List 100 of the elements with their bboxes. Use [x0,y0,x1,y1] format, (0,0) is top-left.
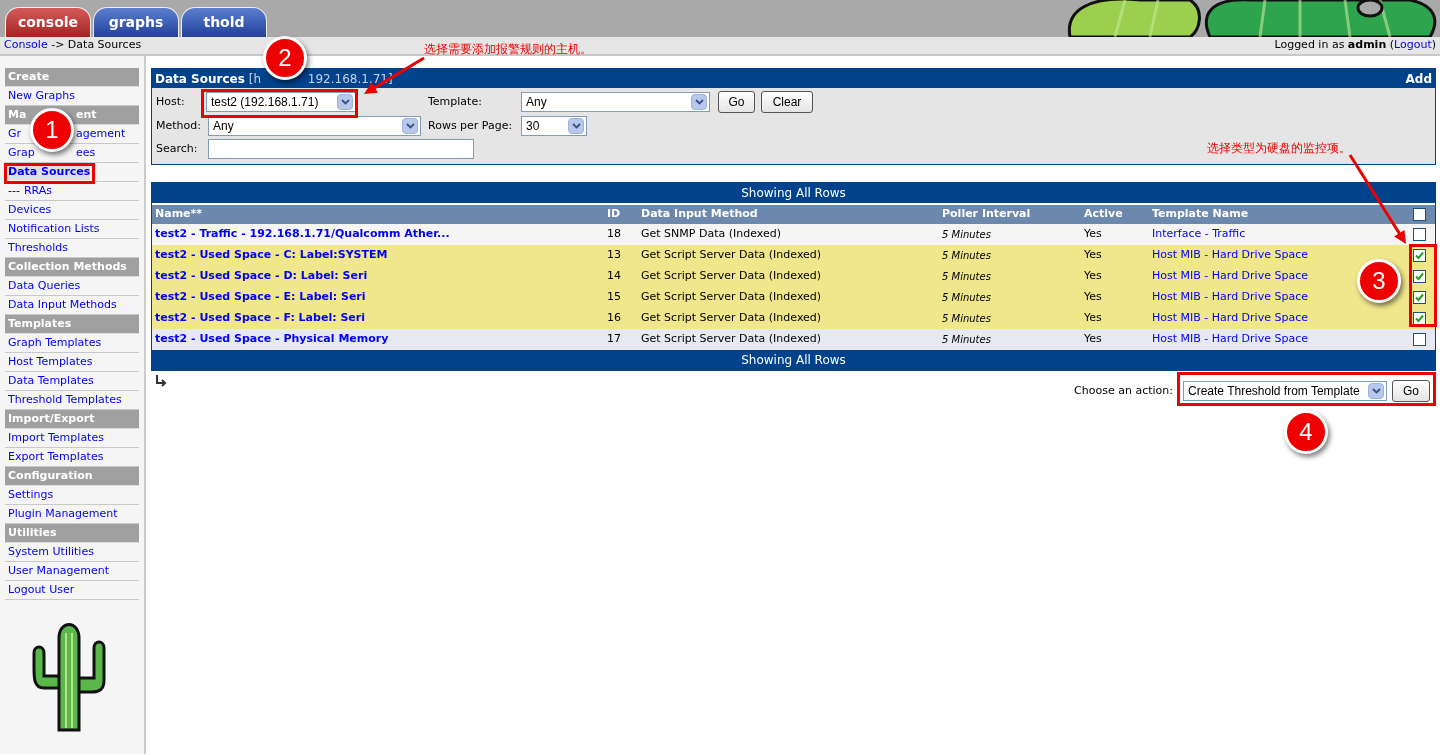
field-label: Template: [428,93,483,110]
search-field[interactable] [208,139,474,159]
sidebar-link[interactable]: System Utilities [8,543,94,561]
sidebar-link[interactable]: agement [76,125,126,143]
data-source-link[interactable]: test2 - Used Space - Physical Memory [152,331,607,348]
field-label: Search: [156,140,199,157]
nav-tab[interactable]: console [5,7,91,37]
column-header[interactable]: Poller Interval [942,206,1084,223]
data-source-link[interactable]: test2 - Used Space - E: Label: Seri [152,289,607,306]
sidebar-link[interactable]: User Management [8,562,110,580]
sidebar-link[interactable]: Data Input Methods [8,296,117,314]
breadcrumb: Console -> Data Sources [4,37,142,54]
column-header[interactable]: Data Input Method [641,206,942,223]
sidebar-header: Import/Export [5,410,139,429]
table-cell-text: Yes [1084,226,1103,243]
table-cell-text: 16 [607,310,622,327]
indent-dashes: --- [8,182,20,199]
nav-tab[interactable]: graphs [93,7,179,37]
sidebar-header: Templates [5,315,139,334]
nav-tab[interactable]: thold [181,7,267,37]
sidebar-link[interactable]: Notification Lists [8,220,100,238]
corner-arrow-icon [155,375,167,387]
checkbox[interactable] [1413,208,1426,221]
table-cell-text: 18 [607,226,622,243]
sidebar-link[interactable]: Host Templates [8,353,93,371]
sidebar-link[interactable]: Settings [8,486,54,504]
sidebar-link[interactable]: Data Queries [8,277,81,295]
table-cell-text: Get Script Server Data (Indexed) [641,268,823,285]
column-header[interactable]: ID [607,206,641,223]
login-status: Logged in as admin (Logout) [1274,37,1436,54]
sidebar-link[interactable]: Import Templates [8,429,104,447]
table-cell-text: 14 [607,268,622,285]
action-dropdown[interactable]: Create Threshold from Template [1183,381,1387,401]
add-link[interactable]: Add [1405,69,1432,88]
sidebar-link[interactable]: Graph Templates [8,334,102,352]
data-source-link[interactable]: test2 - Traffic - 192.168.1.71/Qualcomm Ather... [152,226,607,243]
caret-icon [1368,383,1384,399]
caret-icon [691,94,707,110]
host-dropdown[interactable]: test2 (192.168.1.71) [206,92,356,112]
checkbox[interactable] [1413,270,1426,283]
sidebar-header: Utilities [5,524,139,543]
checkbox[interactable] [1413,228,1426,241]
template-link[interactable]: Interface - Traffic [1152,227,1246,241]
go-button[interactable]: Go [718,91,755,113]
data-source-link[interactable]: test2 - Used Space - D: Label: Seri [152,268,607,285]
table-cell-text: 5 Minutes [942,249,992,263]
template-link[interactable]: Host MIB - Hard Drive Space [1152,311,1308,325]
column-header[interactable]: Active [1084,206,1152,223]
sidebar-link[interactable]: Threshold Templates [8,391,122,409]
column-header[interactable]: Template Name [1152,206,1410,223]
sidebar-link[interactable]: Data Templates [8,372,94,390]
panel-title: Data Sources [155,70,245,88]
table-cell-text: 5 Minutes [942,270,992,284]
table-cell-text: 17 [607,331,622,348]
table-cell-text: Get Script Server Data (Indexed) [641,331,823,348]
action-label: Choose an action: [1074,382,1173,399]
sidebar-link[interactable]: New Graphs [8,87,75,105]
table-cell-text: Yes [1084,331,1103,348]
checkbox[interactable] [1413,291,1426,304]
caret-icon [568,118,584,134]
field-label: Rows per Page: [428,117,514,134]
title-fragment: [h [248,71,262,86]
table-cell-text: Yes [1084,268,1103,285]
callout-badge: 4 [1284,410,1328,454]
sidebar-link[interactable]: Gr [8,126,22,140]
template-link[interactable]: Host MIB - Hard Drive Space [1152,248,1308,262]
go-button[interactable]: Go [1392,380,1430,402]
template-link[interactable]: Host MIB - Hard Drive Space [1152,269,1308,283]
sidebar-link[interactable]: Export Templates [8,448,104,466]
data-source-link[interactable]: test2 - Used Space - F: Label: Seri [152,310,607,327]
method-dropdown[interactable]: Any [208,116,421,136]
rows-dropdown[interactable]: 30 [521,116,587,136]
template-dropdown[interactable]: Any [521,92,710,112]
column-header[interactable]: Name** [152,206,607,223]
sidebar-link[interactable]: RRAs [23,182,53,200]
sidebar-link[interactable]: Logout User [8,581,75,599]
logout-link[interactable]: Logout [1394,38,1432,52]
sidebar-link[interactable]: Thresholds [8,239,68,257]
table-cell-text: Get Script Server Data (Indexed) [641,247,823,264]
table-cell-text: Yes [1084,310,1103,327]
table-cell-text: Get SNMP Data (Indexed) [641,226,782,243]
sidebar-link[interactable]: Devices [8,201,52,219]
table-cell-text: 5 Minutes [942,333,992,347]
clear-button[interactable]: Clear [761,91,813,113]
template-link[interactable]: Host MIB - Hard Drive Space [1152,290,1308,304]
field-label: Host: [156,93,186,110]
data-source-link[interactable]: test2 - Used Space - C: Label:SYSTEM [152,247,607,264]
caret-icon [337,94,353,110]
table-cell-text: 5 Minutes [942,291,992,305]
breadcrumb-link[interactable]: Console [4,38,48,52]
sidebar-link[interactable]: Plugin Management [8,505,118,523]
table-banner: Showing All Rows [152,350,1435,370]
sidebar-link[interactable]: ees [76,144,96,162]
checkbox[interactable] [1413,249,1426,262]
table-cell-text: Yes [1084,289,1103,306]
checkbox[interactable] [1413,333,1426,346]
sidebar-header: Configuration [5,467,139,486]
header-text-fragment: ent [76,106,97,123]
template-link[interactable]: Host MIB - Hard Drive Space [1152,332,1308,346]
table-banner: Showing All Rows [152,183,1435,203]
